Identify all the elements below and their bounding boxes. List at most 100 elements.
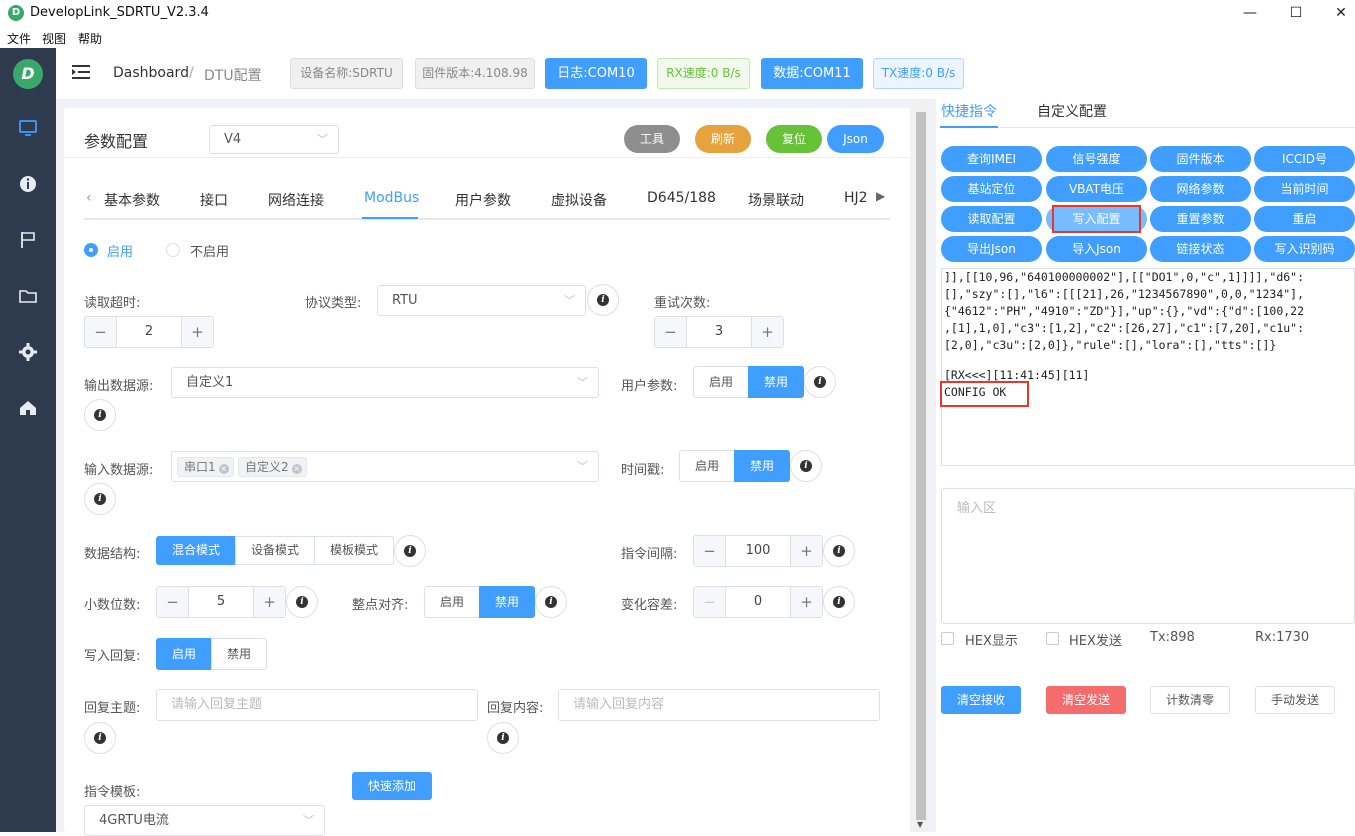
- reply-content-input[interactable]: 请输入回复内容: [558, 689, 880, 721]
- tab-network[interactable]: 网络连接: [268, 190, 324, 210]
- info-icon[interactable]: i: [487, 722, 519, 754]
- tab-virtual-device[interactable]: 虚拟设备: [551, 190, 607, 210]
- tab-custom-config[interactable]: 自定义配置: [1037, 101, 1107, 121]
- clear-receive-button[interactable]: 清空接收: [941, 686, 1021, 714]
- radio-disable[interactable]: [166, 243, 180, 257]
- output-source-select[interactable]: 自定义1 ﹀: [171, 367, 599, 398]
- plus-icon[interactable]: +: [253, 587, 285, 617]
- tab-hj2[interactable]: HJ2: [844, 190, 868, 206]
- plus-icon[interactable]: +: [790, 536, 822, 566]
- tabs-next-icon[interactable]: ▶: [876, 189, 885, 203]
- decimal-stepper[interactable]: − 5 +: [156, 586, 286, 618]
- info-icon[interactable]: i: [286, 586, 318, 618]
- data-struct-template[interactable]: 模板模式: [314, 536, 394, 565]
- tab-basic[interactable]: 基本参数: [104, 190, 160, 210]
- menu-toggle-icon[interactable]: [72, 64, 90, 80]
- json-button[interactable]: Json: [827, 125, 884, 153]
- cell-location-button[interactable]: 基站定位: [941, 176, 1042, 202]
- data-port-button[interactable]: 数据:COM11: [761, 58, 863, 89]
- flag-icon[interactable]: [18, 230, 38, 250]
- info-icon[interactable]: i: [535, 586, 567, 618]
- scroll-down-icon[interactable]: ▼: [917, 820, 923, 829]
- tab-user-params[interactable]: 用户参数: [455, 190, 511, 210]
- user-param-on[interactable]: 启用: [693, 366, 749, 398]
- timestamp-on[interactable]: 启用: [679, 450, 735, 482]
- query-imei-button[interactable]: 查询IMEI: [941, 146, 1042, 172]
- monitor-icon[interactable]: [18, 118, 38, 138]
- info-icon[interactable]: i: [823, 586, 855, 618]
- align-off[interactable]: 禁用: [479, 586, 535, 618]
- tools-button[interactable]: 工具: [624, 125, 680, 153]
- reset-count-button[interactable]: 计数清零: [1150, 686, 1230, 714]
- info-icon[interactable]: [18, 174, 38, 194]
- input-source-select[interactable]: ﹀: [171, 451, 599, 482]
- user-param-off[interactable]: 禁用: [748, 366, 804, 398]
- info-icon[interactable]: i: [587, 284, 619, 316]
- hex-display-checkbox[interactable]: [941, 632, 954, 645]
- minus-icon[interactable]: −: [157, 587, 189, 617]
- home-icon[interactable]: [18, 398, 38, 418]
- read-config-button[interactable]: 读取配置: [941, 206, 1042, 232]
- minimize-button[interactable]: —: [1239, 4, 1261, 22]
- write-id-code-button[interactable]: 写入识别码: [1254, 236, 1355, 262]
- info-icon[interactable]: i: [823, 535, 855, 567]
- hex-send-checkbox[interactable]: [1046, 632, 1059, 645]
- version-select[interactable]: V4 ﹀: [209, 125, 339, 154]
- reply-topic-input[interactable]: 请输入回复主题: [156, 689, 478, 721]
- plus-icon[interactable]: +: [181, 317, 213, 347]
- write-reply-on[interactable]: 启用: [156, 638, 212, 670]
- menu-help[interactable]: 帮助: [78, 30, 102, 47]
- minus-icon[interactable]: −: [85, 317, 117, 347]
- tab-scene-linkage[interactable]: 场景联动: [748, 190, 804, 210]
- send-input-area[interactable]: 输入区: [941, 488, 1355, 624]
- menu-file[interactable]: 文件: [7, 30, 31, 47]
- menu-view[interactable]: 视图: [42, 30, 66, 47]
- data-struct-mixed[interactable]: 混合模式: [156, 536, 236, 565]
- close-icon[interactable]: ×: [218, 464, 229, 474]
- radio-enable[interactable]: [84, 243, 98, 257]
- minus-icon[interactable]: −: [655, 317, 687, 347]
- manual-send-button[interactable]: 手动发送: [1255, 686, 1335, 714]
- export-json-button[interactable]: 导出Json: [941, 236, 1042, 262]
- plus-icon[interactable]: +: [790, 587, 822, 617]
- info-icon[interactable]: i: [84, 399, 116, 431]
- cmd-interval-stepper[interactable]: − 100 +: [693, 535, 823, 567]
- tabs-prev-icon[interactable]: ‹: [86, 190, 92, 206]
- write-reply-off[interactable]: 禁用: [211, 638, 267, 670]
- info-icon[interactable]: i: [804, 366, 836, 398]
- read-timeout-stepper[interactable]: − 2 +: [84, 316, 214, 348]
- minus-icon[interactable]: −: [694, 587, 726, 617]
- align-on[interactable]: 启用: [424, 586, 480, 618]
- tab-d645[interactable]: D645/188: [647, 190, 716, 206]
- reset-params-button[interactable]: 重置参数: [1150, 206, 1251, 232]
- folder-icon[interactable]: [18, 286, 38, 306]
- signal-strength-button[interactable]: 信号强度: [1046, 146, 1147, 172]
- network-params-button[interactable]: 网络参数: [1150, 176, 1251, 202]
- firmware-version-button[interactable]: 固件版本: [1150, 146, 1251, 172]
- minus-icon[interactable]: −: [694, 536, 726, 566]
- log-port-button[interactable]: 日志:COM10: [545, 58, 647, 89]
- clear-send-button[interactable]: 清空发送: [1046, 686, 1126, 714]
- refresh-button[interactable]: 刷新: [695, 125, 751, 153]
- iccid-button[interactable]: ICCID号: [1254, 146, 1355, 172]
- info-icon[interactable]: i: [790, 450, 822, 482]
- retry-stepper[interactable]: − 3 +: [654, 316, 784, 348]
- maximize-button[interactable]: ☐: [1285, 4, 1307, 22]
- info-icon[interactable]: i: [84, 483, 116, 515]
- tab-interface[interactable]: 接口: [200, 190, 228, 210]
- template-select[interactable]: 4GRTU电流 ﹀: [84, 805, 325, 836]
- tab-modbus[interactable]: ModBus: [364, 190, 419, 206]
- import-json-button[interactable]: 导入Json: [1046, 236, 1147, 262]
- protocol-select[interactable]: RTU ﹀: [377, 285, 586, 316]
- gear-icon[interactable]: [18, 342, 38, 362]
- breadcrumb-home[interactable]: Dashboard: [113, 65, 189, 81]
- receive-log[interactable]: ]],[[10,96,"640100000002"],[["DO1",0,"c"…: [941, 268, 1355, 466]
- link-status-button[interactable]: 链接状态: [1150, 236, 1251, 262]
- vbat-button[interactable]: VBAT电压: [1046, 176, 1147, 202]
- tolerance-stepper[interactable]: − 0 +: [693, 586, 823, 618]
- data-struct-device[interactable]: 设备模式: [235, 536, 315, 565]
- current-time-button[interactable]: 当前时间: [1254, 176, 1355, 202]
- plus-icon[interactable]: +: [751, 317, 783, 347]
- close-icon[interactable]: ×: [291, 464, 302, 474]
- timestamp-off[interactable]: 禁用: [734, 450, 790, 482]
